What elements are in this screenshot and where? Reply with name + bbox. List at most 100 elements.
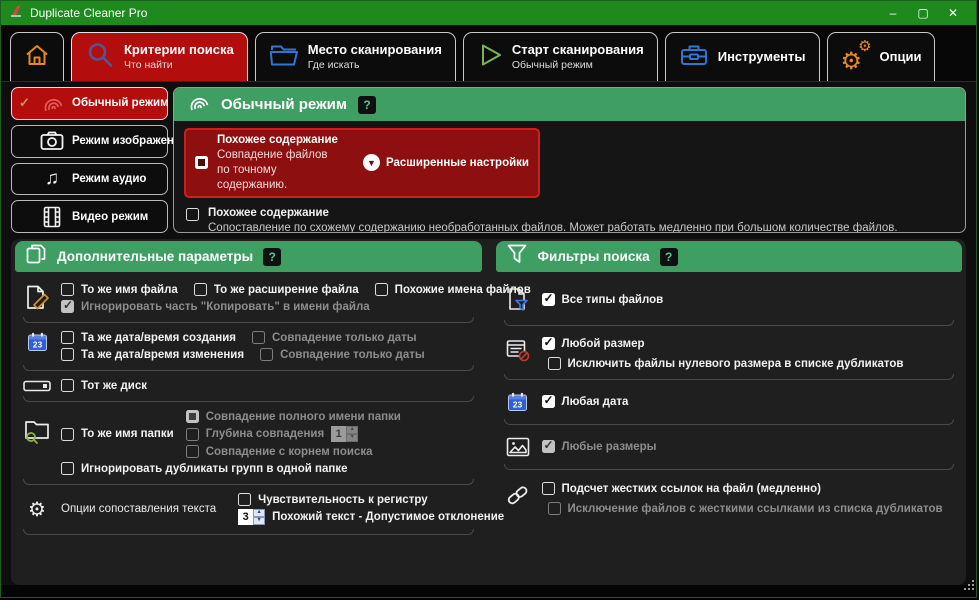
checkbox-exclude-hardlinks[interactable]: [548, 502, 561, 515]
window-controls: – ▢ ✕: [878, 1, 968, 25]
option-any-dimensions[interactable]: Любые размеры: [542, 440, 657, 453]
checkbox-date-only-created[interactable]: [252, 331, 265, 344]
same-content-desc: Совпадение файлов по точному содержанию.: [217, 148, 340, 193]
option-date-only-created[interactable]: Совпадение только даты: [252, 331, 417, 344]
tab-tools[interactable]: Инструменты: [665, 32, 820, 81]
similarity-spinner[interactable]: 3▲▼: [238, 509, 265, 525]
advanced-settings-button[interactable]: ▼ Расширенные настройки: [363, 154, 529, 171]
option-same-drive[interactable]: Тот же диск: [61, 379, 147, 392]
sidebar-item-image-mode[interactable]: Режим изображения: [11, 125, 168, 158]
folder-icon: [269, 42, 299, 73]
search-filters-header: Фильтры поиска ?: [496, 241, 963, 272]
search-icon: [85, 40, 115, 75]
option-match-depth[interactable]: Глубина совпадения 1▲▼: [186, 426, 401, 442]
tab-criteria[interactable]: Критерии поискаЧто найти: [71, 32, 248, 81]
option-exclude-hardlinks[interactable]: Исключение файлов с жесткими ссылками из…: [548, 502, 943, 515]
checkbox-same-content[interactable]: [195, 156, 208, 169]
date-options-row: 23 Та же дата/время создания Совпадение …: [19, 327, 478, 365]
checkbox-exclude-zero-size[interactable]: [548, 357, 561, 370]
option-any-date[interactable]: Любая дата: [542, 395, 629, 408]
tab-start-scan[interactable]: Старт сканированияОбычный режим: [463, 32, 658, 81]
checkbox-same-file-name[interactable]: [61, 283, 74, 296]
checkbox-similar-names[interactable]: [375, 283, 388, 296]
tab-options[interactable]: ⚙⚙ Опции: [827, 32, 936, 81]
help-badge[interactable]: ?: [263, 248, 281, 266]
toolbox-icon: [679, 42, 709, 73]
checkbox-date-only-modified[interactable]: [260, 348, 273, 361]
tab-home[interactable]: [10, 32, 64, 81]
camera-icon: [37, 131, 67, 151]
folder-options-row: То же имя папки Совпадение полного имени…: [19, 406, 478, 479]
tab-start-label: Старт сканирования: [512, 43, 644, 58]
checkbox-full-folder-match[interactable]: [186, 410, 199, 423]
checkbox-any-size[interactable]: [542, 337, 555, 350]
resize-grip[interactable]: [964, 578, 975, 596]
option-same-folder-name[interactable]: То же имя папки: [61, 428, 174, 441]
checkbox-all-file-types[interactable]: [542, 293, 555, 306]
spinner-up-icon[interactable]: ▲: [346, 426, 358, 434]
titlebar: Duplicate Cleaner Pro – ▢ ✕: [1, 1, 976, 25]
option-case-sensitive[interactable]: Чувствительность к регистру: [238, 493, 504, 506]
checkbox-ignore-copy-part[interactable]: [61, 300, 74, 313]
text-options-label: Опции сопоставления текста: [61, 503, 216, 515]
match-depth-spinner[interactable]: 1▲▼: [331, 426, 358, 442]
option-date-only-modified[interactable]: Совпадение только даты: [260, 348, 425, 361]
help-badge[interactable]: ?: [660, 248, 678, 266]
spinner-down-icon[interactable]: ▼: [253, 517, 265, 525]
row-divider: [504, 464, 955, 470]
option-exclude-zero-size[interactable]: Исключить файлы нулевого размера в списк…: [548, 357, 904, 370]
checkbox-same-folder-name[interactable]: [61, 428, 74, 441]
checkbox-root-match[interactable]: [186, 445, 199, 458]
option-root-match[interactable]: Совпадение с корнем поиска: [186, 445, 401, 458]
music-note-icon: ♫: [37, 169, 67, 188]
option-any-size[interactable]: Любой размер: [542, 337, 904, 350]
play-icon: [477, 42, 503, 73]
sidebar-item-audio-mode[interactable]: ♫ Режим аудио: [11, 163, 168, 196]
checkbox-any-date[interactable]: [542, 395, 555, 408]
checkbox-same-drive[interactable]: [61, 379, 74, 392]
spinner-down-icon[interactable]: ▼: [346, 434, 358, 442]
checkbox-same-modified[interactable]: [61, 348, 74, 361]
gears-icon: ⚙⚙: [841, 42, 871, 72]
similar-content-option: Похожее содержание Сопоставление по схож…: [174, 202, 965, 233]
tab-start-sublabel: Обычный режим: [512, 59, 644, 71]
maximize-button[interactable]: ▢: [908, 1, 938, 25]
option-same-modified[interactable]: Та же дата/время изменения: [61, 348, 244, 361]
checkbox-ignore-groups[interactable]: [61, 462, 74, 475]
row-divider: [23, 317, 474, 323]
option-full-folder-match[interactable]: Совпадение полного имени папки: [186, 410, 401, 423]
option-ignore-groups[interactable]: Игнорировать дубликаты групп в одной пап…: [61, 462, 401, 475]
checkbox-hardlink-count[interactable]: [542, 482, 555, 495]
dimensions-filter-row: Любые размеры: [500, 429, 959, 464]
row-divider: [23, 529, 474, 535]
option-same-file-name[interactable]: То же имя файла: [61, 283, 178, 296]
similarity-label: Похожий текст - Допустимое отклонение: [272, 511, 504, 523]
spinner-up-icon[interactable]: ▲: [253, 509, 265, 517]
tab-bar: Критерии поискаЧто найти Место сканирова…: [1, 25, 976, 82]
checkbox-case-sensitive[interactable]: [238, 493, 251, 506]
search-filters-section: Фильтры поиска ? Все типы файлов Любой р…: [496, 241, 963, 519]
sidebar-item-label: Обычный режим: [72, 97, 169, 109]
option-same-created[interactable]: Та же дата/время создания: [61, 331, 236, 344]
option-hardlink-count[interactable]: Подсчет жестких ссылок на файл (медленно…: [542, 482, 943, 495]
image-icon: [502, 436, 534, 457]
minimize-button[interactable]: –: [878, 1, 908, 25]
sidebar-item-normal-mode[interactable]: ✓ Обычный режим: [11, 87, 168, 120]
checkbox-same-extension[interactable]: [194, 283, 207, 296]
section-title: Фильтры поиска: [538, 249, 650, 264]
checkbox-any-dimensions[interactable]: [542, 440, 555, 453]
app-logo-icon: [9, 4, 23, 23]
checkbox-match-depth[interactable]: [186, 428, 199, 441]
close-button[interactable]: ✕: [938, 1, 968, 25]
row-divider: [23, 396, 474, 402]
tab-scan-location[interactable]: Место сканированияГде искать: [255, 32, 456, 81]
checkbox-same-created[interactable]: [61, 331, 74, 344]
content-area: ✓ Обычный режим Режим изображения ♫ Режи…: [1, 82, 976, 585]
sidebar-item-video-mode[interactable]: Видео режим: [11, 200, 168, 233]
option-same-extension[interactable]: То же расширение файла: [194, 283, 359, 296]
option-ignore-copy-part[interactable]: Игнорировать часть "Копировать" в имени …: [61, 300, 476, 313]
help-badge[interactable]: ?: [358, 96, 376, 114]
checkbox-similar-content[interactable]: [186, 208, 199, 221]
similar-content-title: Похожее содержание: [208, 206, 898, 222]
option-all-file-types[interactable]: Все типы файлов: [542, 293, 664, 306]
